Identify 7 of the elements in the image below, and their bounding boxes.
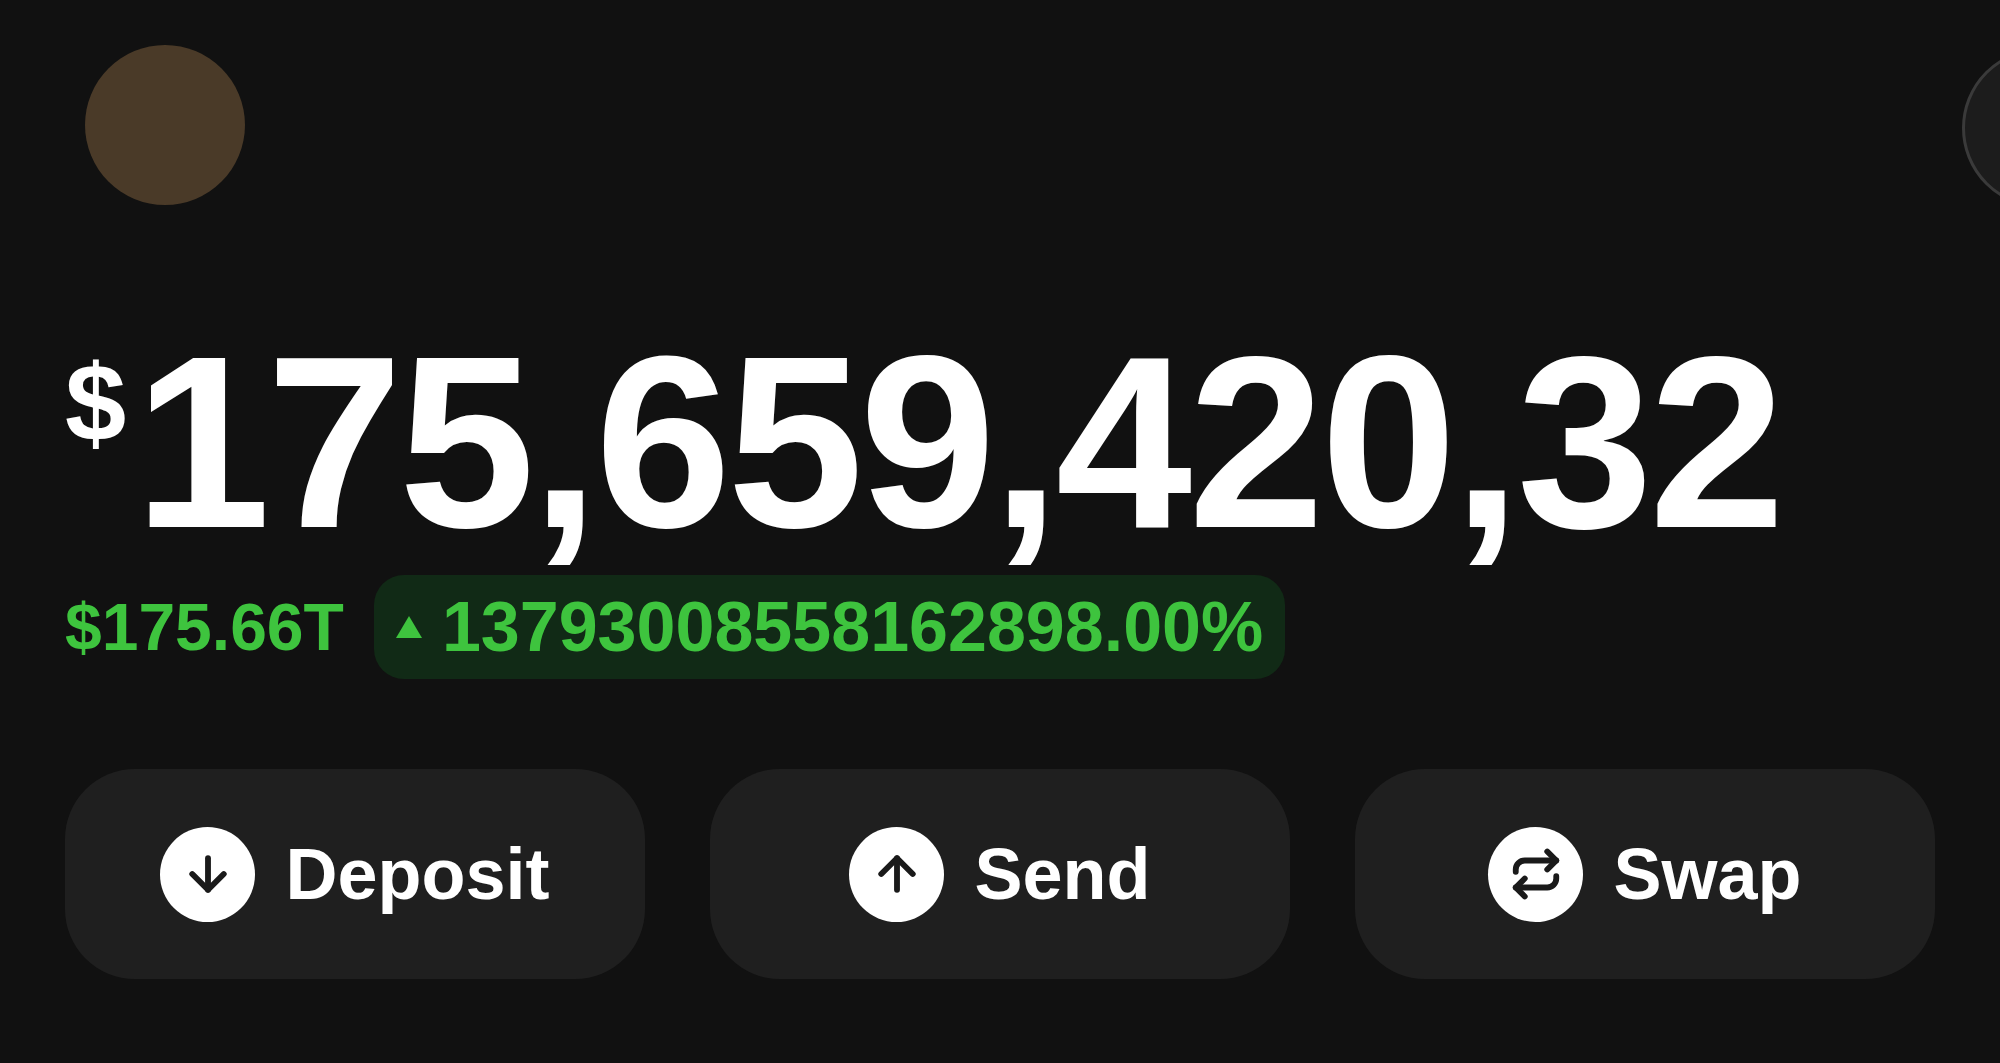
change-value: $175.66T bbox=[65, 588, 344, 666]
action-button[interactable]: Swap bbox=[1355, 769, 1935, 979]
currency-symbol: $ bbox=[65, 348, 127, 458]
action-button[interactable]: Send bbox=[710, 769, 1290, 979]
action-button[interactable]: Deposit bbox=[65, 769, 645, 979]
balance-amount: 175,659,420,32 bbox=[134, 320, 1782, 565]
change-percent: 13793008558162898.00% bbox=[441, 586, 1264, 668]
